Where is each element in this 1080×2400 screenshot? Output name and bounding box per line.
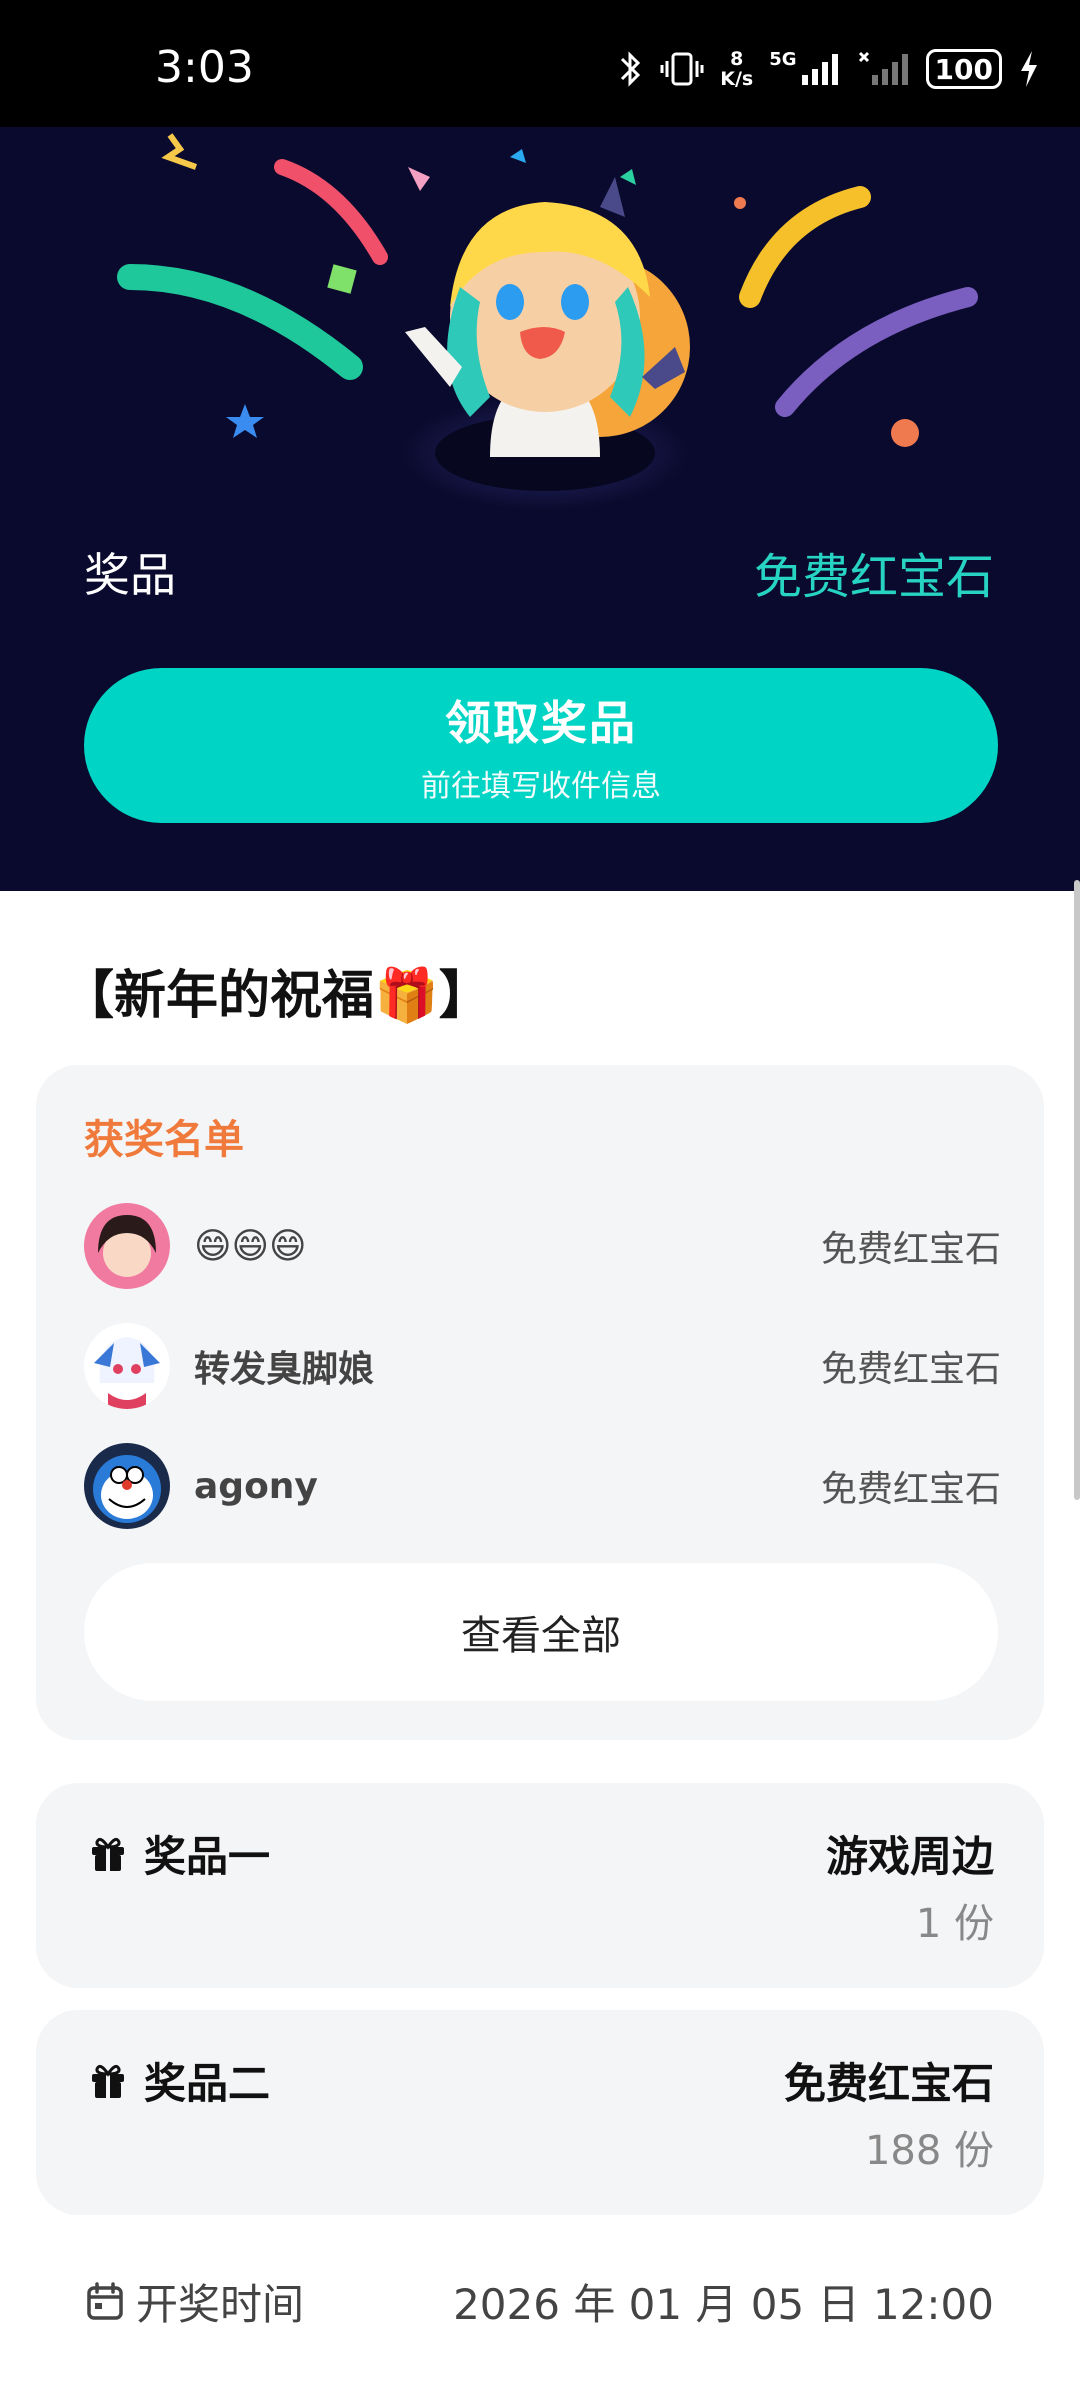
hero-prize-row: 奖品 免费红宝石: [84, 537, 994, 607]
claim-button-title: 领取奖品: [445, 695, 637, 750]
event-title: 【新年的祝福🎁】: [62, 966, 491, 1026]
winner-name: 😄😄😄: [194, 1225, 307, 1267]
draw-time-row: 开奖时间 2026 年 01 月 05 日 12:00: [86, 2271, 994, 2331]
net-speed: 8 K/s: [720, 49, 753, 89]
winner-prize: 免费红宝石: [820, 1469, 1001, 1510]
winners-heading: 获奖名单: [84, 1117, 244, 1163]
celebration-illustration: [117, 133, 978, 511]
battery-level: 100: [934, 52, 993, 86]
battery-indicator: 100: [925, 49, 1002, 89]
status-icons: 8 K/s 5G 100: [618, 44, 1040, 94]
network-type: 5G: [769, 49, 797, 70]
gift-icon: [92, 2064, 124, 2098]
avatar: [84, 1323, 170, 1409]
net-speed-unit: K/s: [720, 68, 754, 90]
prize-quantity: 1 份: [915, 1901, 994, 1947]
winner-name: 转发臭脚娘: [194, 1349, 375, 1390]
prize-name: 奖品一: [144, 1832, 271, 1881]
net-speed-value: 8: [730, 48, 744, 70]
signal-5g: 5G: [769, 49, 841, 89]
prize-value: 免费红宝石: [753, 549, 994, 605]
prize-card-1: 奖品一 游戏周边 1 份: [36, 1783, 1044, 1988]
prize-quantity: 188 份: [864, 2128, 994, 2174]
winner-name: agony: [194, 1465, 318, 1507]
avatar: [84, 1203, 170, 1289]
winner-row[interactable]: agony 免费红宝石: [84, 1443, 1001, 1529]
bluetooth-icon: [621, 51, 641, 87]
prize-item: 免费红宝石: [783, 2059, 994, 2108]
prize-name: 奖品二: [144, 2059, 271, 2108]
winners-card: 获奖名单 😄😄😄 免费红宝石 转发臭脚娘 免费红宝石 agony 免费红宝石 查…: [36, 1065, 1044, 1740]
draw-time-label: 开奖时间: [136, 2279, 305, 2329]
prize-label: 奖品: [84, 548, 176, 602]
prize-card-2: 奖品二 免费红宝石 188 份: [36, 2010, 1044, 2215]
hero-banner: 奖品 免费红宝石 领取奖品 前往填写收件信息: [0, 127, 1080, 891]
avatar: [84, 1443, 170, 1529]
view-all-button[interactable]: 查看全部: [84, 1563, 998, 1701]
winner-row[interactable]: 转发臭脚娘 免费红宝石: [84, 1323, 1001, 1409]
winner-prize: 免费红宝石: [820, 1349, 1001, 1390]
winner-row[interactable]: 😄😄😄 免费红宝石: [84, 1203, 1001, 1289]
scrollbar[interactable]: [1074, 880, 1080, 1500]
claim-button-subtitle: 前往填写收件信息: [421, 768, 661, 804]
status-bar: 3:03 8 K/s 5G 100: [0, 0, 1080, 127]
draw-time-value: 2026 年 01 月 05 日 12:00: [453, 2279, 994, 2329]
status-time: 3:03: [155, 42, 254, 93]
prize-item: 游戏周边: [825, 1832, 994, 1881]
calendar-icon: [87, 2282, 123, 2320]
winner-prize: 免费红宝石: [820, 1229, 1001, 1270]
vibrate-icon: [660, 52, 704, 86]
signal-no-service-icon: [858, 51, 908, 85]
signal-icon: [801, 54, 838, 85]
charging-icon: [1021, 51, 1037, 87]
claim-prize-button[interactable]: 领取奖品 前往填写收件信息: [84, 668, 998, 823]
gift-icon: [92, 1837, 124, 1871]
